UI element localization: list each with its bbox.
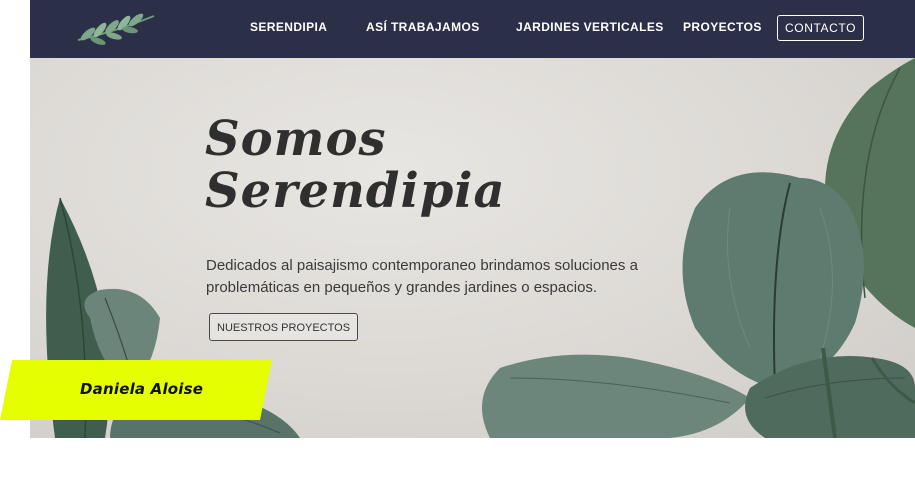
leaf-branch-logo-icon[interactable] xyxy=(74,10,160,48)
nav-link-jardines-verticales[interactable]: JARDINES VERTICALES xyxy=(516,20,664,34)
hero-title-line-1: Somos xyxy=(205,111,387,167)
nav-link-proyectos[interactable]: PROYECTOS xyxy=(683,20,762,34)
hero-title: Somos Serendipia xyxy=(205,113,506,217)
hero-title-line-2: Serendipia xyxy=(205,163,506,219)
nav-link-serendipia[interactable]: SERENDIPIA xyxy=(250,20,327,34)
our-projects-button[interactable]: NUESTROS PROYECTOS xyxy=(209,313,359,341)
navbar: SERENDIPIA ASÍ TRABAJAMOS JARDINES VERTI… xyxy=(30,0,915,58)
author-tag: Daniela Aloise xyxy=(0,360,272,420)
author-name: Daniela Aloise xyxy=(80,380,204,398)
nav-link-asi-trabajamos[interactable]: ASÍ TRABAJAMOS xyxy=(366,20,480,34)
contact-button[interactable]: CONTACTO xyxy=(777,15,865,41)
hero-description: Dedicados al paisajismo contemporaneo br… xyxy=(206,257,638,296)
